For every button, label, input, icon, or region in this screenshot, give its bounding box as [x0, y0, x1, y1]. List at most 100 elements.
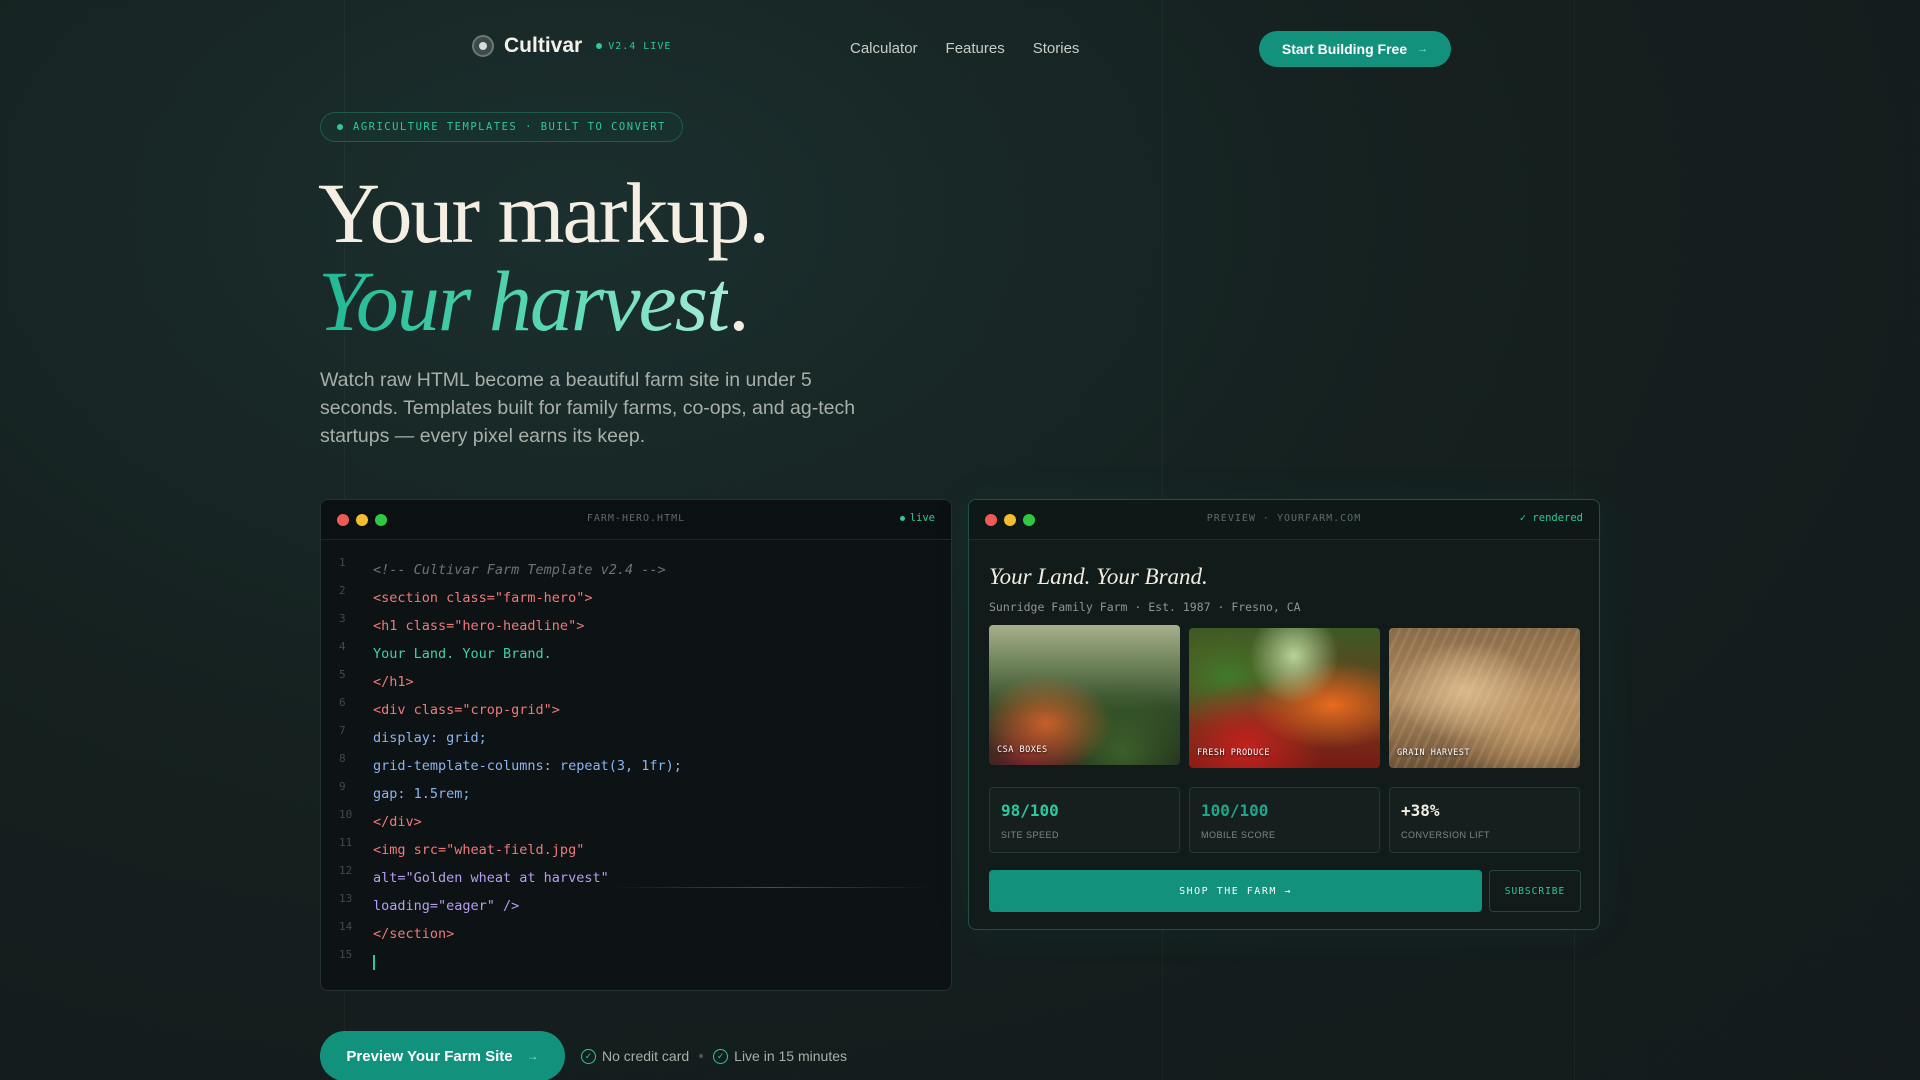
line-number: 2: [339, 584, 346, 597]
line-number: 3: [339, 612, 346, 625]
line-number: 11: [339, 836, 353, 849]
badge-dot-icon: [337, 124, 343, 130]
code-line: 8 grid-template-columns: repeat(3, 1fr);: [321, 752, 951, 786]
preview-panel-status: ✓ rendered: [1519, 512, 1583, 524]
code-line: 11 <img src="wheat-field.jpg": [321, 836, 951, 870]
stat-site-speed: 98/100 SITE SPEED: [989, 787, 1180, 853]
code-panel-status-label: live: [909, 512, 935, 524]
code-line: 5 </h1>: [321, 668, 951, 702]
stat-conversion-lift: +38% CONVERSION LIFT: [1389, 787, 1580, 853]
code-line: 13 loading="eager" />: [321, 892, 951, 926]
code-text: </div>: [373, 814, 422, 830]
stat-value: +38%: [1401, 801, 1440, 820]
assurance-list: ✓ No credit card ✓ Live in 15 minutes: [581, 1048, 847, 1064]
code-text: </section>: [373, 926, 455, 942]
start-building-button[interactable]: Start Building Free →: [1259, 31, 1451, 67]
nav-link-stories[interactable]: Stories: [1033, 40, 1080, 57]
code-panel-header: FARM-HERO.HTML live: [321, 500, 951, 540]
code-line: 4 Your Land. Your Brand.: [321, 640, 951, 674]
code-line: 6 <div class="crop-grid">: [321, 696, 951, 730]
code-line: 3 <h1 class="hero-headline">: [321, 612, 951, 646]
version-badge: V2.4 LIVE: [596, 41, 671, 52]
code-text: display: grid;: [373, 730, 487, 746]
preview-body: Your Land. Your Brand. Sunridge Family F…: [989, 564, 1581, 912]
assurance-no-credit-card: ✓ No credit card: [581, 1048, 689, 1064]
status-dot-icon: [596, 43, 603, 49]
photo-csa-boxes: CSA BOXES: [989, 625, 1180, 765]
arrow-right-icon: →: [526, 1049, 539, 1063]
separator-dot-icon: [699, 1054, 704, 1058]
code-lines[interactable]: 1 <!-- Cultivar Farm Template v2.4 --> 2 <s…: [321, 556, 951, 982]
code-text: gap: 1.5rem;: [373, 786, 471, 802]
hero-badge: AGRICULTURE TEMPLATES · BUILT TO CONVERT: [320, 112, 683, 142]
preview-panel-title: PREVIEW · YOURFARM.COM: [1206, 513, 1362, 524]
line-number: 13: [339, 892, 353, 905]
code-text: </h1>: [373, 674, 414, 690]
preview-farm-site-button[interactable]: Preview Your Farm Site →: [320, 1031, 565, 1080]
arrow-right-icon: →: [1417, 43, 1429, 55]
line-number: 15: [339, 948, 353, 961]
text-cursor: [373, 954, 375, 970]
code-line: 2 <section class="farm-hero">: [321, 584, 951, 618]
code-text: <!-- Cultivar Farm Template v2.4 -->: [373, 562, 666, 578]
stats-row: 98/100 SITE SPEED 100/100 MOBILE SCORE +…: [989, 787, 1581, 853]
line-number: 5: [339, 668, 346, 681]
code-text: <h1 class="hero-headline">: [373, 618, 585, 634]
headline-line-2: Your harvest.: [318, 258, 750, 344]
version-label: V2.4 LIVE: [608, 40, 672, 52]
photo-grain-harvest: GRAIN HARVEST: [1389, 628, 1580, 768]
code-text: <img src="wheat-field.jpg": [373, 842, 585, 858]
code-text: loading="eager" />: [373, 898, 520, 914]
line-number: 8: [339, 752, 346, 765]
code-line: 1 <!-- Cultivar Farm Template v2.4 -->: [321, 556, 951, 590]
photo-grid: CSA BOXES FRESH PRODUCE GRAIN HARVEST: [989, 625, 1581, 770]
code-line: 10 </div>: [321, 808, 951, 842]
code-text: Your Land. Your Brand.: [373, 646, 552, 662]
code-panel-title: FARM-HERO.HTML: [586, 513, 686, 524]
code-line: 14 </section>: [321, 920, 951, 954]
line-number: 12: [339, 864, 353, 877]
code-text: <div class="crop-grid">: [373, 702, 560, 718]
code-line: 15: [321, 948, 951, 982]
preview-site-title: Your Land. Your Brand.: [989, 564, 1208, 589]
brand[interactable]: Cultivar V2.4 LIVE: [472, 34, 671, 58]
line-number: 7: [339, 724, 346, 737]
nav-link-features[interactable]: Features: [946, 40, 1005, 57]
line-number: 1: [339, 556, 346, 569]
line-number: 6: [339, 696, 346, 709]
photo-label: CSA BOXES: [997, 745, 1048, 755]
preview-farm-site-label: Preview Your Farm Site: [346, 1047, 513, 1065]
photo-label: FRESH PRODUCE: [1197, 748, 1271, 758]
line-number: 4: [339, 640, 346, 653]
code-panel-status: live: [899, 512, 935, 524]
badge-label: AGRICULTURE TEMPLATES · BUILT TO CONVERT: [353, 121, 666, 133]
hero-subtext: Watch raw HTML become a beautiful farm s…: [320, 369, 856, 447]
stat-value: 100/100: [1201, 801, 1269, 820]
line-number: 10: [339, 808, 353, 821]
preview-panel: PREVIEW · YOURFARM.COM ✓ rendered Your L…: [968, 499, 1600, 930]
nav-links: Calculator Features Stories: [850, 40, 1079, 57]
nav-link-calculator[interactable]: Calculator: [850, 40, 918, 57]
top-nav: Cultivar V2.4 LIVE Calculator Features S…: [0, 30, 1920, 68]
check-circle-icon: ✓: [713, 1048, 729, 1064]
preview-panel-header: PREVIEW · YOURFARM.COM ✓ rendered: [969, 500, 1599, 540]
brand-name: Cultivar: [504, 34, 583, 57]
assurance-label: Live in 15 minutes: [734, 1048, 847, 1064]
check-circle-icon: ✓: [581, 1048, 596, 1064]
headline-accent: Your harvest: [318, 253, 730, 349]
stat-label: SITE SPEED: [1001, 830, 1060, 840]
photo-fresh-produce: FRESH PRODUCE: [1189, 628, 1380, 768]
shop-the-farm-button[interactable]: SHOP THE FARM →: [989, 870, 1482, 912]
code-editor-panel[interactable]: FARM-HERO.HTML live 1 <!-- Cultivar Farm …: [320, 499, 952, 991]
line-number: 14: [339, 920, 353, 933]
subscribe-button[interactable]: SUBSCRIBE: [1489, 870, 1581, 912]
stat-label: MOBILE SCORE: [1201, 830, 1276, 840]
code-text: <section class="farm-hero">: [373, 590, 593, 606]
scan-line: [611, 887, 931, 888]
code-text: grid-template-columns: repeat(3, 1fr);: [373, 758, 682, 774]
code-text: alt="Golden wheat at harvest": [373, 870, 609, 886]
start-building-label: Start Building Free: [1281, 41, 1408, 57]
bottom-cta-row: Preview Your Farm Site → ✓ No credit car…: [320, 1031, 847, 1080]
headline-period: .: [728, 253, 749, 349]
code-line: 9 gap: 1.5rem;: [321, 780, 951, 814]
